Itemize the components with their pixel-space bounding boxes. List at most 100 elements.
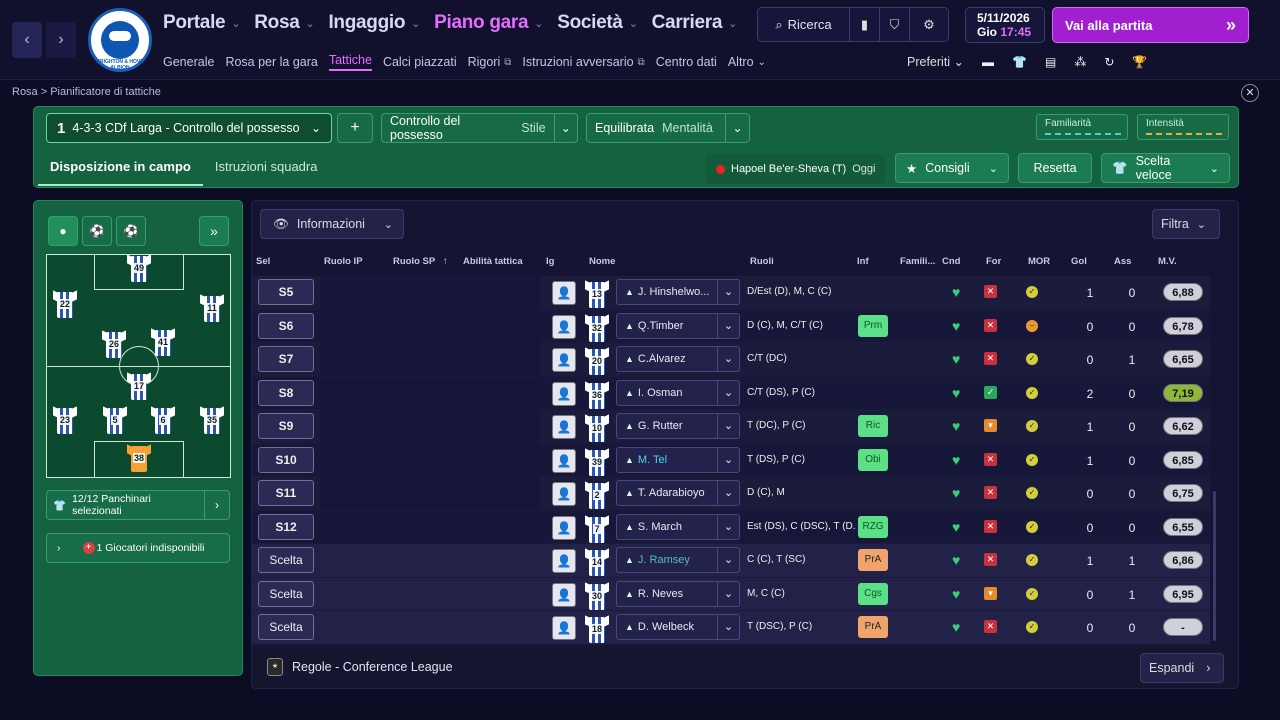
opponent-chip[interactable]: Hapoel Be'er-Sheva (T) Oggi: [706, 154, 886, 184]
subnav-rigori[interactable]: Rigori ⧉: [468, 53, 512, 71]
table-row[interactable]: S10 👤 39 ▲ M. Tel ⌄ T (DS), P (C) Obi ♥ ✕ ✓ 1 0 6,85: [252, 443, 1210, 477]
info-badge[interactable]: RZG: [858, 515, 888, 538]
table-row[interactable]: S12 👤 7 ▲ S. March ⌄ Est (DS), C (DSC), T (D..…: [252, 510, 1210, 544]
nav-piano-gara[interactable]: Piano gara ⌄: [434, 12, 543, 34]
club-button[interactable]: ⛉: [880, 8, 910, 41]
player-profile-button[interactable]: 👤: [552, 549, 576, 573]
player-name-dropdown[interactable]: ▲ R. Neves ⌄: [616, 580, 740, 607]
col-inf[interactable]: Inf: [857, 256, 869, 267]
table-scrollbar[interactable]: [1213, 491, 1216, 641]
player-name-dropdown[interactable]: ▲ T. Adarabioyo ⌄: [616, 480, 740, 506]
add-tactic-button[interactable]: +: [337, 113, 373, 143]
pitch-view-circle[interactable]: ●: [48, 216, 78, 246]
subnav-tattiche[interactable]: Tattiche: [328, 53, 372, 71]
search-button[interactable]: ⌕ Ricerca: [758, 8, 850, 41]
table-row[interactable]: S8 👤 36 ▲ I. Osman ⌄ C/T (DS), P (C) ♥ ✓ ✓ 2 0 7,19: [252, 376, 1210, 410]
col-mor[interactable]: MOR: [1028, 256, 1050, 267]
col-ruolo-sp[interactable]: Ruolo SP: [393, 256, 435, 267]
info-badge[interactable]: Cgs: [858, 582, 888, 605]
advice-button[interactable]: ★ Consigli ⌄: [895, 153, 1009, 183]
intensity-meter[interactable]: Intensità: [1137, 114, 1229, 140]
selection-button[interactable]: S6: [258, 312, 314, 339]
familiarity-meter[interactable]: Familiarità: [1036, 114, 1128, 140]
selection-button[interactable]: S5: [258, 279, 314, 305]
col-sel[interactable]: Sel: [256, 256, 270, 267]
tab-disposizione[interactable]: Disposizione in campo: [38, 151, 203, 186]
forward-button[interactable]: ›: [46, 22, 76, 58]
col-abilita[interactable]: Abilità tattica: [463, 256, 523, 267]
close-button[interactable]: ✕: [1241, 84, 1259, 102]
player-profile-button[interactable]: 👤: [552, 515, 576, 540]
player-profile-button[interactable]: 👤: [552, 482, 576, 506]
pitch-view-defence[interactable]: ⚽: [116, 216, 146, 246]
player-name-dropdown[interactable]: ▲ I. Osman ⌄: [616, 379, 740, 406]
player-name-dropdown[interactable]: ▲ S. March ⌄: [616, 513, 740, 540]
style-dropdown[interactable]: Controllo del possesso Stile ⌄: [381, 113, 578, 143]
table-row[interactable]: Scelta 👤 14 ▲ J. Ramsey ⌄ C (C), T (SC) PrA ♥ ✕ ✓ 1…: [252, 544, 1210, 578]
col-ruolo-ip[interactable]: Ruolo IP: [324, 256, 363, 267]
competition-rules-link[interactable]: Regole - Conference League: [292, 660, 453, 674]
table-row[interactable]: Scelta 👤 18 ▲ D. Welbeck ⌄ T (DSC), P (C) PrA ♥ ✕…: [252, 611, 1210, 645]
shirt-icon[interactable]: 👕: [1012, 55, 1027, 69]
nav-rosa[interactable]: Rosa ⌄: [254, 12, 314, 34]
subnav-calci-piazzati[interactable]: Calci piazzati: [383, 53, 457, 71]
quick-pick-button[interactable]: 👕 Scelta veloce ⌄: [1101, 153, 1230, 183]
pitch-player[interactable]: 5: [103, 405, 127, 435]
table-row[interactable]: S7 👤 20 ▲ C.Álvarez ⌄ C/T (DC) ♥ ✕ ✓ 0 1 6,65: [252, 343, 1210, 377]
player-profile-button[interactable]: 👤: [552, 281, 576, 305]
pitch-player[interactable]: 41: [151, 327, 175, 357]
selection-button[interactable]: S12: [258, 513, 314, 540]
subnav-rosa-gara[interactable]: Rosa per la gara: [225, 53, 317, 71]
clipboard-icon[interactable]: ▤: [1045, 55, 1056, 69]
selection-button[interactable]: Scelta: [258, 547, 314, 573]
pitch-player[interactable]: 17: [127, 371, 151, 401]
pitch-player[interactable]: 49: [127, 253, 151, 283]
info-badge[interactable]: Obi: [858, 448, 888, 471]
info-badge[interactable]: PrA: [858, 616, 888, 638]
substitutes-selector[interactable]: 👕 12/12 Panchinari selezionati ›: [46, 490, 230, 520]
pitch-player[interactable]: 26: [102, 329, 126, 359]
chat-icon[interactable]: ▬: [982, 55, 994, 69]
selection-button[interactable]: Scelta: [258, 580, 314, 607]
selection-button[interactable]: S11: [258, 480, 314, 506]
player-profile-button[interactable]: 👤: [552, 448, 576, 473]
date-time-box[interactable]: 5/11/2026 Gio 17:45: [965, 7, 1045, 43]
subnav-generale[interactable]: Generale: [163, 53, 214, 71]
col-familiarita[interactable]: Famili...: [900, 256, 935, 267]
filter-dropdown[interactable]: Filtra ⌄: [1152, 209, 1220, 239]
selection-button[interactable]: S10: [258, 446, 314, 473]
pitch-player[interactable]: 6: [151, 405, 175, 435]
info-badge[interactable]: PrA: [858, 549, 888, 571]
breadcrumb[interactable]: Rosa > Pianificatore di tattiche: [12, 86, 161, 98]
mentality-dropdown[interactable]: Equilibrata Mentalità ⌄: [586, 113, 750, 143]
col-cnd[interactable]: Cnd: [942, 256, 960, 267]
table-row[interactable]: Scelta 👤 30 ▲ R. Neves ⌄ M, C (C) Cgs ♥ ▾ ✓ 0 1 6,95: [252, 577, 1210, 611]
formation-dropdown[interactable]: 1 4-3-3 CDf Larga - Controllo del posses…: [46, 113, 332, 143]
col-ruoli[interactable]: Ruoli: [750, 256, 774, 267]
nav-societa[interactable]: Società ⌄: [557, 12, 638, 34]
player-name-dropdown[interactable]: ▲ C.Álvarez ⌄: [616, 346, 740, 372]
info-dropdown[interactable]: 👁 Informazioni ⌄: [260, 209, 404, 239]
subnav-istruzioni-avversario[interactable]: Istruzioni avversario ⧉: [522, 53, 644, 71]
table-row[interactable]: S5 👤 13 ▲ J. Hinshelwo... ⌄ D/Est (D), M, C (C…: [252, 276, 1210, 310]
player-profile-button[interactable]: 👤: [552, 415, 576, 439]
player-name-dropdown[interactable]: ▲ D. Welbeck ⌄: [616, 614, 740, 640]
expand-pitch-button[interactable]: »: [199, 216, 229, 246]
table-row[interactable]: S11 👤 2 ▲ T. Adarabioyo ⌄ D (C), M ♥ ✕ ✓ 0 0 6,75: [252, 477, 1210, 511]
favorites-dropdown[interactable]: Preferiti ⌄: [907, 54, 964, 69]
player-profile-button[interactable]: 👤: [552, 582, 576, 607]
pitch-player[interactable]: 22: [53, 289, 77, 319]
expand-button[interactable]: Espandi ›: [1140, 653, 1224, 683]
nav-ingaggio[interactable]: Ingaggio ⌄: [328, 12, 420, 34]
selection-button[interactable]: S7: [258, 346, 314, 372]
col-mv[interactable]: M.V.: [1158, 256, 1177, 267]
selection-button[interactable]: Scelta: [258, 614, 314, 640]
unavailable-players-toggle[interactable]: › + 1 Giocatori indisponibili: [46, 533, 230, 563]
player-profile-button[interactable]: 👤: [552, 348, 576, 372]
refresh-icon[interactable]: ↻: [1104, 55, 1114, 69]
bookmark-button[interactable]: ▮: [850, 8, 880, 41]
nav-portale[interactable]: Portale ⌄: [163, 12, 241, 34]
player-name-dropdown[interactable]: ▲ Q.Timber ⌄: [616, 312, 740, 339]
tab-istruzioni-squadra[interactable]: Istruzioni squadra: [203, 151, 330, 186]
pitch-player[interactable]: 23: [53, 405, 77, 435]
